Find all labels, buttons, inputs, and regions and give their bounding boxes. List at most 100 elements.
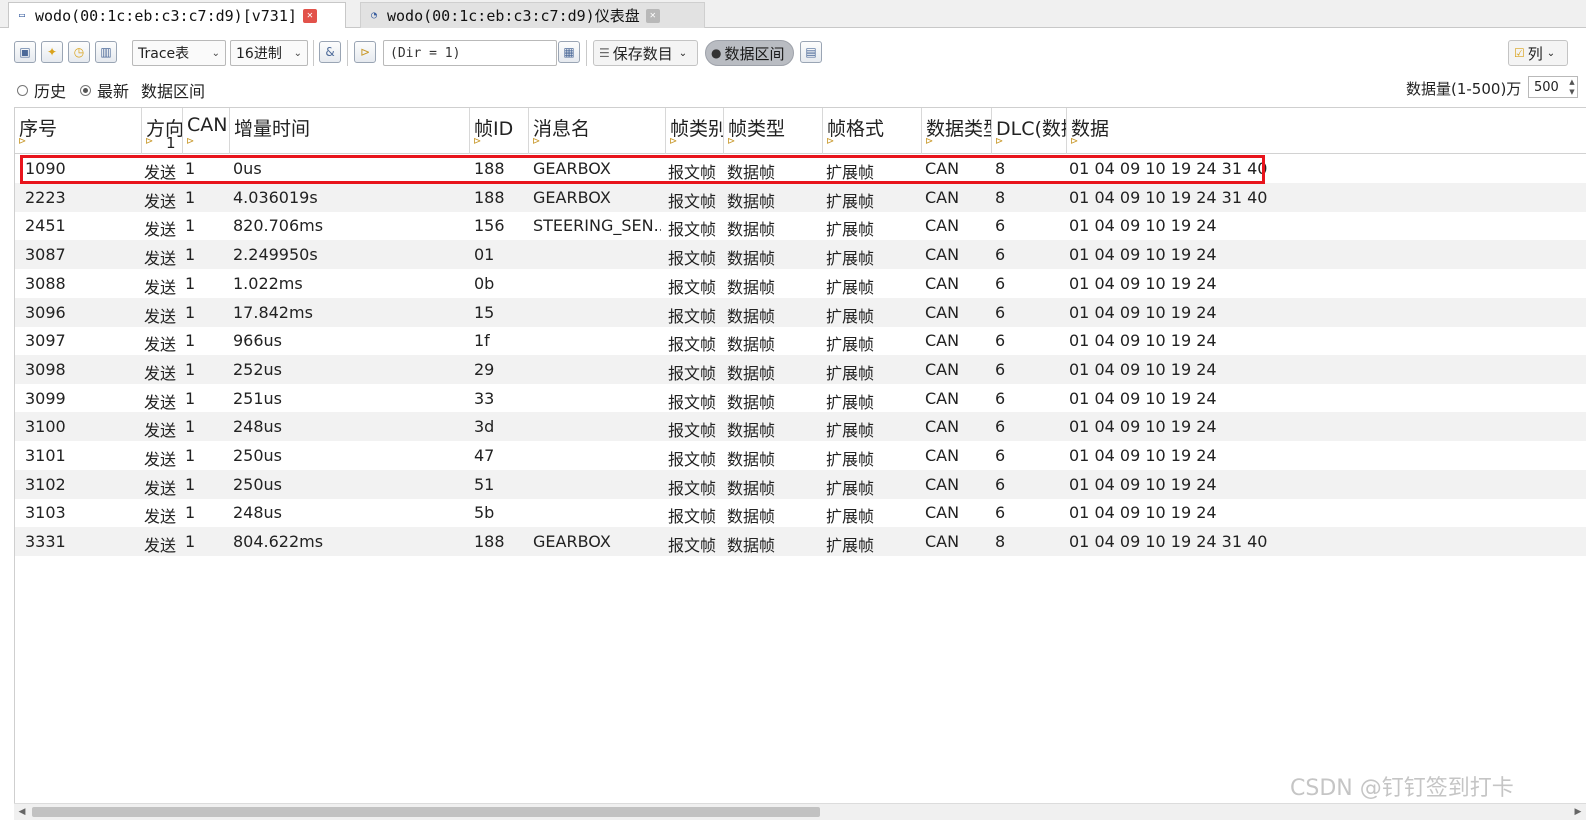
cell-dlc: 6 [995, 359, 1006, 379]
filter-icon[interactable]: ⊳ [925, 136, 937, 148]
spinner-arrows-icon[interactable]: ▲ ▼ [1567, 77, 1577, 97]
column-filter-value: 1 [166, 134, 176, 152]
star-button[interactable]: ✦ [41, 41, 63, 63]
table-row[interactable]: 3101 发送 1 250us 47 报文帧 数据帧 扩展帧 CAN 6 01 04 09 10 1… [15, 441, 1586, 470]
table-row[interactable]: 3088 发送 1 1.022ms 0b 报文帧 数据帧 扩展帧 CAN 6 01 04 09 10… [15, 269, 1586, 298]
table-row[interactable]: 2451 发送 1 820.706ms 156 STEERING_SEN... 报文帧 数据帧… [15, 211, 1586, 240]
cell-seq: 3100 [25, 417, 66, 437]
column-header-data[interactable]: 数据 ⊳ [1067, 108, 1586, 154]
cell-fid: 188 [474, 187, 505, 207]
cell-seq: 3103 [25, 503, 66, 523]
table-row[interactable]: 2223 发送 1 4.036019s 188 GEARBOX 报文帧 数据帧 扩展帧 CAN 8 0… [15, 182, 1586, 212]
column-header-frame-format[interactable]: 帧格式 ⊳ [823, 108, 922, 154]
table-row[interactable]: 3096 发送 1 17.842ms 15 报文帧 数据帧 扩展帧 CAN 6 01 04 09 1… [15, 297, 1586, 327]
column-header-seq[interactable]: 序号 ⊳ [15, 108, 142, 154]
cell-fcat: 报文帧 [668, 478, 717, 498]
filter-button[interactable]: ⊳ [354, 41, 376, 63]
filter-icon[interactable]: ⊳ [186, 136, 198, 148]
scroll-right-icon[interactable]: ▶ [1572, 806, 1584, 818]
radio-on-icon [80, 84, 91, 96]
table-row[interactable]: 3087 发送 1 2.249950s 01 报文帧 数据帧 扩展帧 CAN 6 01 04 09 … [15, 240, 1586, 270]
table-row[interactable]: 3098 发送 1 252us 29 报文帧 数据帧 扩展帧 CAN 6 01 04 09 10 1… [15, 354, 1586, 384]
filter-icon[interactable]: ⊳ [669, 136, 681, 148]
column-header-can[interactable]: CAN ⊳ [183, 108, 230, 154]
checkbox-icon: ☑ [1514, 46, 1525, 60]
chart-button[interactable]: ▦ [558, 41, 580, 63]
column-header-frame-id[interactable]: 帧ID ⊳ [470, 108, 529, 154]
latest-radio[interactable]: 最新 [80, 78, 129, 102]
cell-delta: 966us [233, 331, 283, 351]
table-row[interactable]: 3331 发送 1 804.622ms 188 GEARBOX 报文帧 数据帧 扩展帧 CAN 8 0… [15, 527, 1586, 557]
cell-delta: 248us [233, 503, 283, 523]
cell-can: 1 [185, 532, 196, 552]
camera-icon: ▣ [19, 45, 31, 59]
document-icon: ▤ [805, 45, 817, 59]
data-range-button[interactable]: ● 数据区间 [705, 40, 794, 66]
cell-ffmt: 扩展帧 [826, 163, 875, 182]
cell-dlc: 6 [995, 245, 1006, 265]
filter-icon[interactable]: ⊳ [18, 136, 30, 148]
column-header-message[interactable]: 消息名 ⊳ [529, 108, 666, 154]
cell-dtype: CAN [925, 302, 960, 322]
filter-icon[interactable]: ⊳ [473, 136, 485, 148]
cell-dtype: CAN [925, 503, 960, 523]
horizontal-scrollbar[interactable]: ◀ ▶ [14, 803, 1586, 820]
cell-delta: 804.622ms [233, 532, 324, 552]
column-header-delta[interactable]: 增量时间 [230, 108, 470, 154]
cell-dlc: 6 [995, 273, 1006, 293]
cell-can: 1 [185, 503, 196, 523]
table-row[interactable]: 3099 发送 1 251us 33 报文帧 数据帧 扩展帧 CAN 6 01 04 09 10 1… [15, 384, 1586, 413]
cell-ffmt: 扩展帧 [826, 249, 875, 269]
toolbar: ▣ ✦ ◷ ▥ Trace表 ⌄ 16进制 ⌄ & ⊳ (Dir = 1) ▦ … [0, 32, 1586, 72]
cell-ffmt: 扩展帧 [826, 392, 875, 412]
cell-ffmt: 扩展帧 [826, 191, 875, 211]
link-button[interactable]: & [319, 41, 341, 63]
cell-dtype: CAN [925, 417, 960, 437]
save-count-button[interactable]: ☰ 保存数目 ⌄ [593, 40, 698, 66]
close-icon[interactable]: ✕ [645, 8, 660, 23]
cell-dlc: 6 [995, 474, 1006, 494]
cell-ffmt: 扩展帧 [826, 306, 875, 326]
filter-icon[interactable]: ⊳ [727, 136, 739, 148]
column-header-dlc[interactable]: DLC(数据长度)⊳ [992, 108, 1067, 154]
clear-button[interactable]: ▥ [95, 41, 117, 63]
filter-icon[interactable]: ⊳ [145, 136, 157, 148]
cell-data: 01 04 09 10 19 24 [1069, 359, 1217, 379]
table-row[interactable]: 3100 发送 1 248us 3d 报文帧 数据帧 扩展帧 CAN 6 01 04 09 10 1… [15, 412, 1586, 442]
scroll-left-icon[interactable]: ◀ [16, 806, 28, 818]
trace-view-select[interactable]: Trace表 ⌄ [132, 40, 226, 66]
filter-icon[interactable]: ⊳ [995, 136, 1007, 148]
cell-fid: 29 [474, 359, 495, 379]
column-header-dir[interactable]: 方向 ⊳ 1 [142, 108, 183, 154]
filter-expression-input[interactable]: (Dir = 1) [383, 40, 557, 66]
close-icon[interactable]: ✕ [302, 8, 317, 23]
cell-dir: 发送 [144, 277, 177, 297]
filter-icon[interactable]: ⊳ [826, 136, 838, 148]
radix-select[interactable]: 16进制 ⌄ [230, 40, 308, 66]
timer-button[interactable]: ◷ [68, 41, 90, 63]
history-radio[interactable]: 历史 [17, 78, 66, 102]
tab-trace-window[interactable]: ▭ wodo(00:1c:eb:c3:c7:d9)[v731] ✕ [8, 2, 346, 28]
table-row[interactable]: 3102 发送 1 250us 51 报文帧 数据帧 扩展帧 CAN 6 01 04 09 10 1… [15, 469, 1586, 499]
export-button[interactable]: ▤ [800, 41, 822, 63]
trace-table: 序号 ⊳ 方向 ⊳ 1 CAN ⊳ 增量时间 帧ID ⊳ 消息名 ⊳ 帧类别 ⊳ 帧类型 ⊳ 帧… [14, 107, 1586, 807]
table-row[interactable]: 1090 发送 1 0us 188 GEARBOX 报文帧 数据帧 扩展帧 CAN 8 01 04 0… [15, 154, 1586, 183]
cell-dtype: CAN [925, 388, 960, 408]
column-header-frame-category[interactable]: 帧类别 ⊳ [666, 108, 724, 154]
cell-ffmt: 扩展帧 [826, 450, 875, 469]
filter-icon[interactable]: ⊳ [1070, 136, 1082, 148]
tab-dashboard[interactable]: ◔ wodo(00:1c:eb:c3:c7:d9)仪表盘 ✕ [360, 2, 705, 28]
cell-dtype: CAN [925, 216, 960, 236]
columns-button[interactable]: ☑ 列 ⌄ [1508, 40, 1568, 66]
scrollbar-thumb[interactable] [32, 807, 820, 817]
table-row[interactable]: 3103 发送 1 248us 5b 报文帧 数据帧 扩展帧 CAN 6 01 04 09 10 1… [15, 498, 1586, 527]
column-header-frame-type[interactable]: 帧类型 ⊳ [724, 108, 823, 154]
column-header-data-type[interactable]: 数据类型⊳ [922, 108, 992, 154]
data-count-stepper[interactable]: 500 ▲ ▼ [1528, 76, 1578, 98]
filter-icon[interactable]: ⊳ [532, 136, 544, 148]
cell-ffmt: 扩展帧 [826, 277, 875, 297]
cell-seq: 3088 [25, 273, 66, 293]
record-button[interactable]: ▣ [14, 41, 36, 63]
table-row[interactable]: 3097 发送 1 966us 1f 报文帧 数据帧 扩展帧 CAN 6 01 04 09 10 1… [15, 326, 1586, 355]
cell-ftype: 数据帧 [727, 478, 776, 498]
